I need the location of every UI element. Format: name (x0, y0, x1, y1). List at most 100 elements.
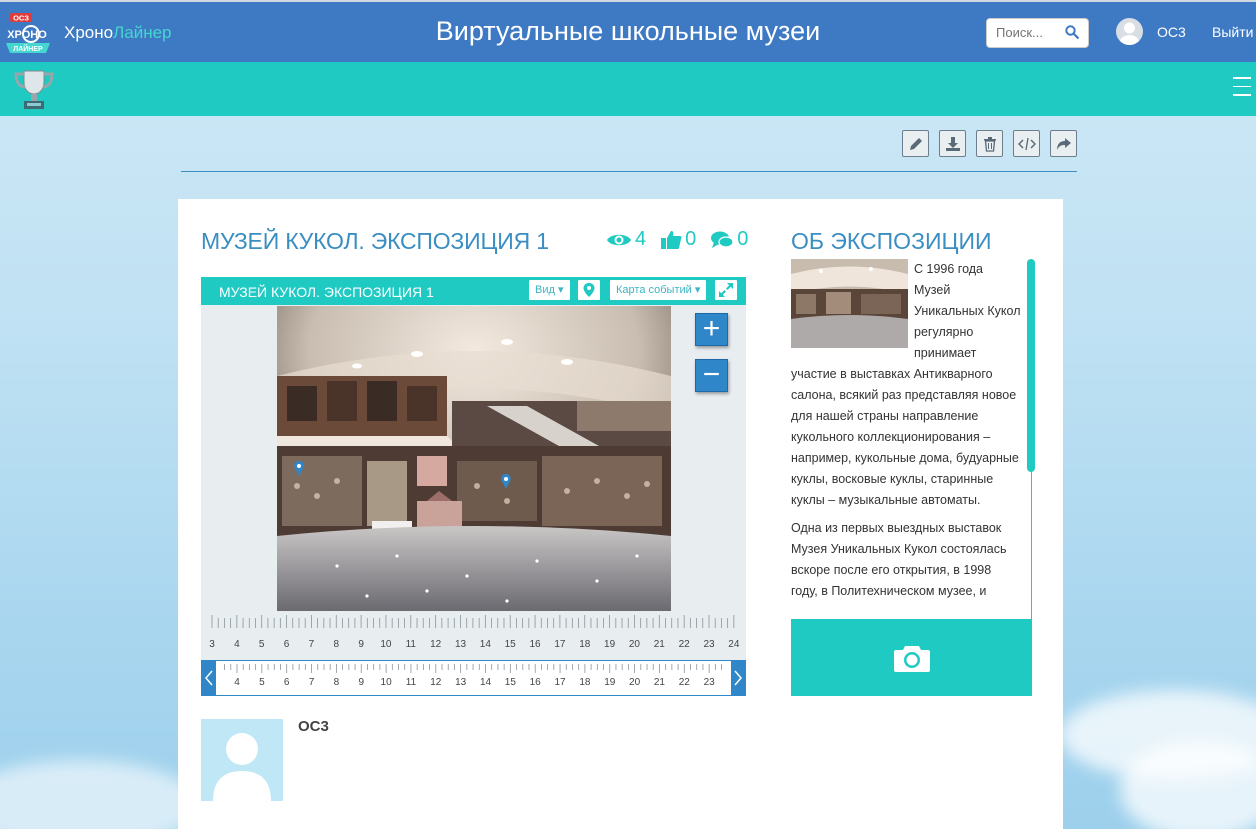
edit-button[interactable] (902, 130, 929, 157)
brand-part1: Хроно (64, 23, 114, 42)
timebar-label: 10 (381, 677, 393, 688)
caret-down-icon: ▾ (557, 284, 564, 296)
timebar-label: 7 (309, 677, 315, 688)
expand-icon (719, 283, 733, 297)
timebar-label: 4 (234, 677, 240, 688)
timebar-label: 8 (334, 677, 340, 688)
about-description: С 1996 года Музей Уникальных Кукол регул… (791, 259, 1032, 619)
trash-icon (983, 136, 996, 152)
exposition-stats: 4 0 0 (606, 228, 748, 251)
timebar-label: 14 (480, 677, 492, 688)
comments-count: 0 (737, 228, 749, 250)
time-range-slider[interactable]: 4 5 6 7 8 9 10 11 12 13 14 15 16 17 18 19 20 21 22 23 (201, 660, 746, 696)
comments-icon (711, 231, 734, 248)
ruler-label: 18 (579, 639, 591, 650)
time-range-scale: 4 5 6 7 8 9 10 11 12 13 14 15 16 17 18 19 20 21 22 23 (224, 664, 722, 688)
download-button[interactable] (939, 130, 966, 157)
range-handle-left[interactable] (202, 661, 216, 695)
timebar-label: 20 (629, 677, 641, 688)
delete-button[interactable] (976, 130, 1003, 157)
viewer-header: МУЗЕЙ КУКОЛ. ЭКСПОЗИЦИЯ 1 Вид ▾ Карта со… (201, 277, 746, 305)
timebar-label: 18 (579, 677, 591, 688)
ruler-label: 3 (209, 639, 215, 650)
logo-badge-text: ОСЗ (13, 14, 29, 23)
ruler-label: 6 (284, 639, 290, 650)
ruler-label: 9 (358, 639, 364, 650)
events-map-label: Карта событий (616, 284, 692, 296)
hamburger-menu-icon[interactable] (1233, 77, 1251, 97)
ruler-label: 10 (380, 639, 392, 650)
top-navbar: ОСЗ ХРОНО ЛАЙНЕР ХроноЛайнер Виртуальные… (0, 0, 1256, 62)
ruler-label: 12 (430, 639, 442, 650)
trophy-icon[interactable] (10, 68, 58, 112)
ruler-label: 11 (406, 639, 417, 650)
timebar-label: 21 (654, 677, 666, 688)
about-scrollbar[interactable] (1027, 259, 1035, 472)
user-avatar[interactable] (1116, 18, 1143, 45)
exposition-toolbar (902, 130, 1077, 157)
timebar-label: 23 (704, 677, 716, 688)
timebar-label: 22 (679, 677, 691, 688)
ruler-label: 4 (234, 639, 240, 650)
about-paragraph-2: Одна из первых выездных выставок Музея У… (791, 521, 1007, 598)
ruler-label: 14 (480, 639, 492, 650)
secondary-navbar (0, 62, 1256, 116)
thumbs-up-icon (661, 230, 682, 249)
logout-link[interactable]: Выйти (1212, 24, 1253, 40)
share-button[interactable] (1050, 130, 1077, 157)
fullscreen-button[interactable] (715, 280, 737, 300)
panorama-image[interactable] (277, 306, 671, 611)
zoom-in-button[interactable]: + (695, 313, 728, 346)
views-stat: 4 (606, 228, 646, 251)
download-icon (945, 136, 960, 151)
search-input[interactable] (996, 25, 1060, 40)
timebar-label: 13 (455, 677, 467, 688)
chevron-left-icon (205, 670, 213, 686)
ruler-label: 21 (654, 639, 666, 650)
zoom-out-button[interactable]: − (695, 359, 728, 392)
ruler-label: 5 (259, 639, 265, 650)
ruler-label: 8 (333, 639, 339, 650)
timebar-label: 15 (505, 677, 517, 688)
photo-gallery-button[interactable] (791, 619, 1032, 696)
map-pin-button[interactable] (578, 280, 600, 300)
about-title: ОБ ЭКСПОЗИЦИИ (791, 228, 992, 254)
exposition-card: МУЗЕЙ КУКОЛ. ЭКСПОЗИЦИЯ 1 4 0 0 МУЗЕЙ КУ… (178, 199, 1063, 829)
user-name[interactable]: ОС3 (1157, 24, 1186, 40)
range-handle-right[interactable] (731, 661, 745, 695)
timebar-label: 16 (530, 677, 542, 688)
ruler-label: 22 (679, 639, 691, 650)
time-ruler[interactable]: 3 4 5 6 7 8 9 10 11 12 13 14 15 16 17 18 19 20 21 22 23 24 (201, 613, 746, 657)
logo-main-text: ХРОНО (7, 29, 47, 41)
exposition-title: МУЗЕЙ КУКОЛ. ЭКСПОЗИЦИЯ 1 (201, 228, 549, 254)
ruler-label: 17 (554, 639, 566, 650)
events-map-dropdown[interactable]: Карта событий ▾ (610, 280, 707, 300)
author-name[interactable]: ОС3 (298, 718, 329, 735)
cloud-decoration (0, 760, 200, 829)
author-avatar[interactable] (201, 719, 283, 801)
view-dropdown[interactable]: Вид ▾ (529, 280, 570, 300)
exposition-thumbnail[interactable] (791, 259, 908, 348)
search-icon[interactable] (1065, 25, 1079, 39)
brand-name[interactable]: ХроноЛайнер (64, 23, 172, 43)
timebar-label: 9 (358, 677, 364, 688)
likes-stat[interactable]: 0 (660, 228, 696, 251)
code-icon (1017, 137, 1036, 150)
logo-ribbon-text: ЛАЙНЕР (13, 44, 43, 53)
ruler-label: 19 (604, 639, 616, 650)
ruler-label: 13 (455, 639, 467, 650)
comments-stat[interactable]: 0 (710, 228, 748, 251)
timebar-label: 11 (406, 677, 417, 688)
ruler-label: 20 (629, 639, 641, 650)
chevron-right-icon (734, 670, 742, 686)
timebar-label: 5 (259, 677, 265, 688)
khronoliner-logo[interactable]: ОСЗ ХРОНО ЛАЙНЕР (2, 10, 54, 54)
ruler-label: 15 (505, 639, 517, 650)
share-icon (1056, 137, 1071, 150)
likes-count: 0 (685, 228, 697, 250)
embed-code-button[interactable] (1013, 130, 1040, 157)
views-count: 4 (635, 228, 647, 250)
camera-icon (893, 645, 930, 672)
brand-part2: Лайнер (113, 23, 172, 42)
caret-down-icon: ▾ (694, 284, 701, 296)
